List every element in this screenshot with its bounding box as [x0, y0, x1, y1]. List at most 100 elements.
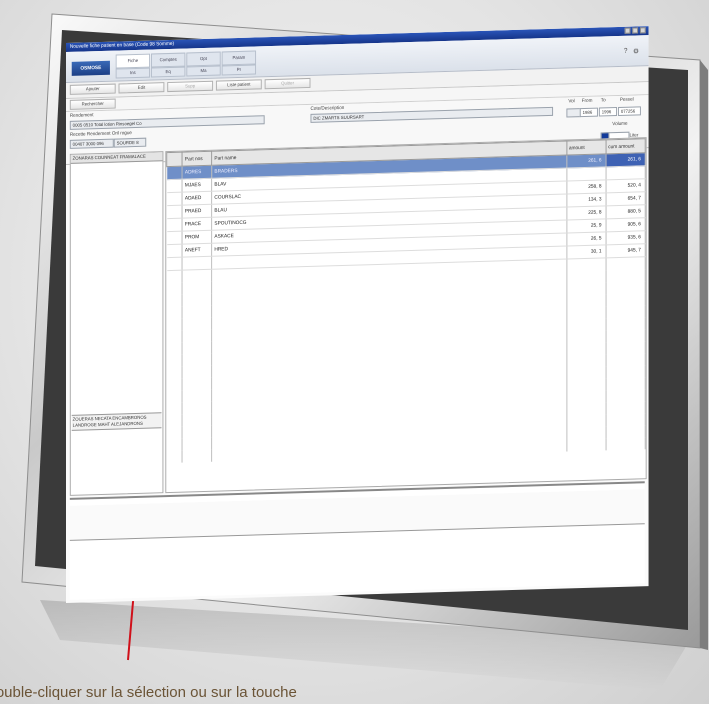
amount-cell[interactable]: 30, 1 [566, 244, 606, 259]
minimize-icon[interactable] [624, 27, 631, 34]
empty-cell [166, 450, 183, 464]
part-code-cell[interactable]: ADAED [182, 191, 213, 206]
row-marker[interactable] [166, 179, 183, 193]
amount-cell[interactable]: 25, 9 [566, 218, 606, 233]
cum-amount-cell[interactable]: 945, 7 [605, 243, 646, 258]
data-grid-pane: Part nos Part name amount cum amount ADR… [165, 137, 647, 494]
empty-cell [166, 282, 183, 296]
empty-cell [182, 353, 213, 367]
tab-comptes[interactable]: Comptes [150, 52, 186, 68]
cum-amount-cell[interactable]: 935, 6 [605, 230, 646, 245]
quit-button[interactable]: Quitter [264, 77, 311, 90]
to-label: To [600, 98, 606, 104]
empty-cell [166, 414, 183, 428]
part-code-cell[interactable]: ANEFT [182, 243, 213, 258]
empty-cell [182, 281, 213, 295]
subtab-pr[interactable]: Pr [221, 64, 257, 76]
search-button[interactable]: Rechercher [69, 98, 116, 110]
pessel-label: Pessel [619, 97, 634, 103]
from-field[interactable]: 1986 [579, 107, 598, 118]
bottom-pane [69, 481, 645, 600]
empty-cell [182, 389, 213, 403]
cum-amount-cell[interactable]: 261, 6 [605, 152, 646, 167]
cum-amount-cell[interactable]: 520, 4 [605, 178, 646, 193]
empty-cell [566, 257, 606, 272]
part-code-cell[interactable]: FRACE [182, 217, 213, 232]
amount-cell[interactable]: 261, 6 [566, 153, 606, 168]
column-header-part-nos[interactable]: Part nos [182, 151, 213, 167]
empty-cell [166, 354, 183, 368]
empty-cell [166, 330, 183, 344]
monitor: Nouvelle fiche patient en base (Code 98 … [0, 0, 709, 704]
empty-cell [182, 437, 213, 451]
amount-cell[interactable]: 258, 8 [566, 179, 606, 194]
pessel-field[interactable]: 077256 [617, 106, 641, 116]
subtab-ins[interactable]: Ins [115, 67, 151, 79]
cum-amount-cell[interactable]: 654, 7 [605, 191, 646, 206]
close-icon[interactable] [639, 27, 646, 34]
amount-cell[interactable]: 134, 3 [566, 192, 606, 207]
help-icon[interactable]: ? [624, 48, 628, 55]
tab-param[interactable]: Param [221, 50, 257, 66]
description-field[interactable]: DIC ZMARTS SUURSART [310, 106, 554, 123]
column-header-amount[interactable]: amount [566, 139, 606, 155]
empty-cell [182, 317, 213, 331]
caption: Double-cliquer sur la sélection ou sur l… [0, 681, 709, 704]
row-marker[interactable] [166, 192, 183, 206]
empty-cell [166, 366, 183, 380]
part-code-cell[interactable]: PRAED [182, 204, 213, 219]
empty-cell [182, 413, 213, 427]
settings-icon[interactable]: ⚙ [633, 47, 639, 55]
part-code-cell[interactable] [182, 256, 213, 271]
edit-button[interactable]: Edit [118, 82, 165, 94]
empty-cell [166, 390, 183, 404]
recette-label: Recette Rendement Oril rogue [69, 131, 132, 138]
part-code-cell[interactable]: MJAES [182, 178, 213, 193]
column-header-cum-amount[interactable]: cum amount [605, 138, 646, 154]
left-pane-note: ZOUERAS NECATA ENCAMBRONOS LANDROGE MAHT… [71, 412, 162, 431]
amount-cell[interactable]: 225, 8 [566, 205, 606, 220]
row-marker[interactable] [166, 257, 183, 271]
empty-cell [166, 294, 183, 308]
part-code-cell[interactable]: PROM [182, 230, 213, 245]
amount-cell[interactable] [566, 166, 606, 181]
empty-cell [182, 329, 213, 343]
tab-opt[interactable]: Opt [186, 51, 221, 67]
cum-amount-cell[interactable] [605, 165, 646, 180]
tab-fiche[interactable]: Fiche [115, 53, 151, 69]
empty-cell [182, 425, 213, 439]
row-marker[interactable] [166, 218, 183, 232]
empty-cell [182, 341, 213, 355]
empty-cell [166, 378, 183, 392]
brand-logo: OSMOSE [71, 60, 110, 76]
empty-cell [605, 437, 646, 451]
delete-button[interactable]: Supp [167, 80, 214, 93]
subtab-eq[interactable]: Eq [150, 66, 186, 78]
row-marker[interactable] [166, 244, 183, 258]
cum-amount-cell[interactable]: 880, 5 [605, 204, 646, 219]
empty-cell [182, 305, 213, 319]
app-screen: Nouvelle fiche patient en base (Code 98 … [66, 26, 649, 603]
maximize-icon[interactable] [632, 27, 639, 34]
recette-field-2[interactable]: SOURDE 8 [113, 137, 147, 148]
amount-cell[interactable]: 26, 5 [566, 231, 606, 246]
left-pane: ZONARAS COUNNEAT FRAMALACE ZOUERAS NECAT… [69, 151, 164, 496]
rendement-label: Rendement [69, 113, 94, 119]
vol-header-label: Vol [568, 99, 575, 105]
to-field[interactable]: 1996 [598, 107, 618, 117]
row-marker[interactable] [166, 231, 183, 245]
empty-cell [182, 293, 213, 307]
part-code-cell[interactable]: ADRES [182, 165, 213, 180]
vol-field[interactable] [566, 108, 581, 118]
recette-field-1[interactable]: 00407 3000 096 [69, 138, 114, 149]
add-button[interactable]: Ajouter [69, 83, 116, 95]
empty-cell [166, 426, 183, 440]
rendement-field[interactable]: 0005 0510 Total lotion Rinsoegel Co [69, 115, 265, 130]
empty-cell [566, 438, 606, 452]
cum-amount-cell[interactable]: 905, 6 [605, 217, 646, 232]
subtab-ma[interactable]: Ma [186, 65, 221, 77]
patient-list-button[interactable]: Liste patient [215, 79, 262, 91]
empty-cell [605, 256, 646, 271]
row-marker[interactable] [166, 166, 183, 180]
row-marker[interactable] [166, 205, 183, 219]
